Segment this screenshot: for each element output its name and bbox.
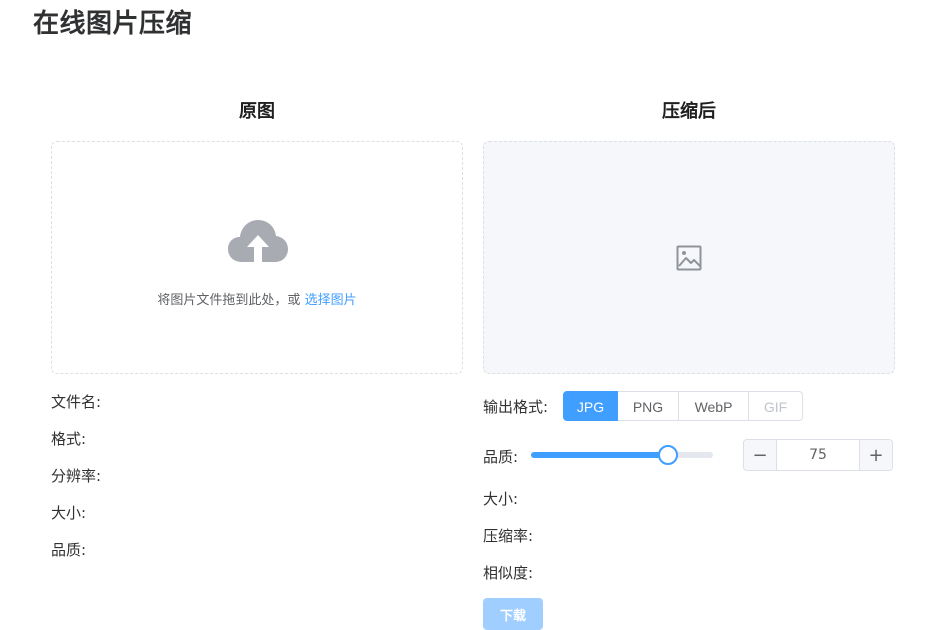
compressed-title: 压缩后 <box>662 101 716 122</box>
quality-decrease-button[interactable]: − <box>744 440 777 470</box>
format-png-button[interactable]: PNG <box>618 391 679 421</box>
upload-dropzone[interactable]: 将图片文件拖到此处，或 选择图片 <box>51 141 463 374</box>
quality-increase-button[interactable]: + <box>859 440 892 470</box>
original-filename-label: 文件名: <box>51 393 102 411</box>
format-gif-button[interactable]: GIF <box>749 391 803 421</box>
download-button[interactable]: 下载 <box>483 598 543 630</box>
select-image-link[interactable]: 选择图片 <box>305 293 357 308</box>
quality-input[interactable] <box>777 440 859 470</box>
compression-ratio-label: 压缩率: <box>483 527 534 545</box>
similarity-label: 相似度: <box>483 564 534 582</box>
compressed-size-label: 大小: <box>483 490 519 508</box>
picture-icon <box>676 245 702 271</box>
quality-slider-fill <box>531 452 668 458</box>
upload-cloud-icon <box>228 220 288 262</box>
format-webp-button[interactable]: WebP <box>679 391 749 421</box>
upload-hint-text: 将图片文件拖到此处，或 <box>157 293 301 308</box>
page-title: 在线图片压缩 <box>33 9 193 39</box>
quality-label: 品质: <box>483 448 519 466</box>
quality-slider-thumb[interactable] <box>657 445 678 465</box>
original-size-label: 大小: <box>51 504 87 522</box>
upload-hint: 将图片文件拖到此处，或 选择图片 <box>52 292 462 310</box>
quality-stepper: − + <box>743 439 893 471</box>
format-jpg-button[interactable]: JPG <box>563 391 618 421</box>
output-format-group: JPG PNG WebP GIF <box>563 391 803 423</box>
output-format-label: 输出格式: <box>483 398 549 416</box>
compressed-preview <box>483 141 895 374</box>
quality-slider[interactable] <box>531 445 713 465</box>
original-title: 原图 <box>239 101 275 122</box>
original-resolution-label: 分辨率: <box>51 467 102 485</box>
original-format-label: 格式: <box>51 430 87 448</box>
original-quality-label: 品质: <box>51 541 87 559</box>
